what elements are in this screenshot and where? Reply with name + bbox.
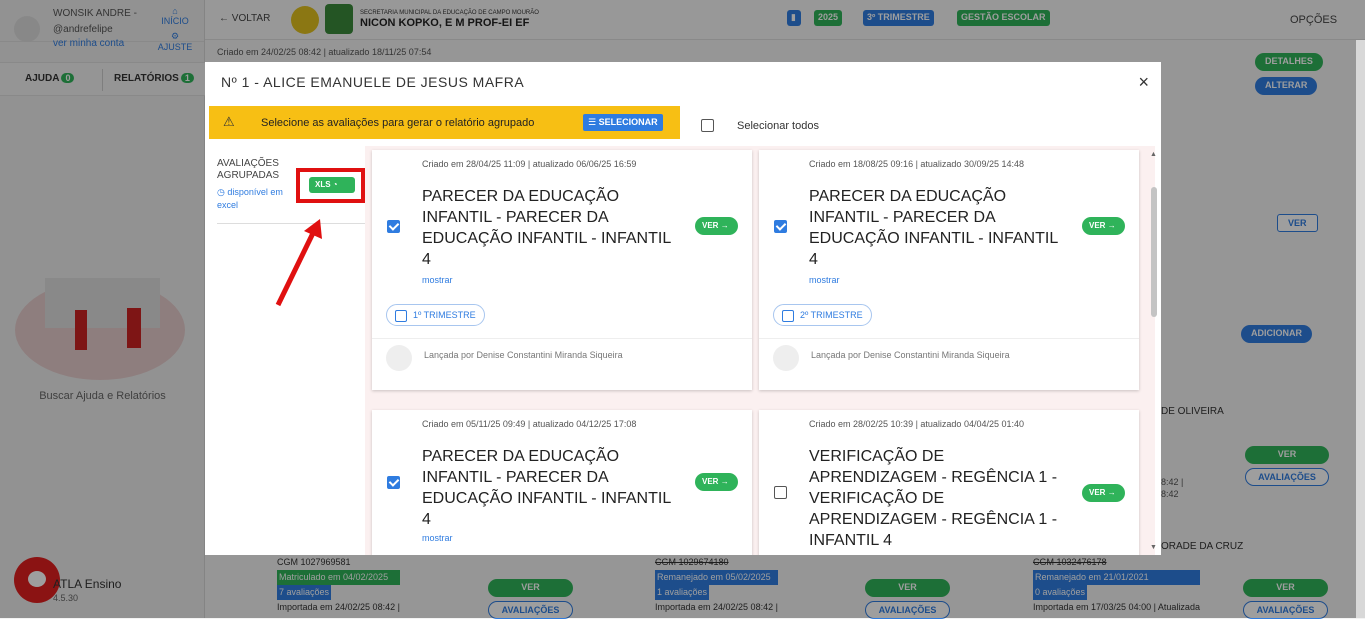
- ver-label: VER: [702, 477, 719, 486]
- grouped-sidebar: AVALIAÇÕES AGRUPADAS ◷ disponível em exc…: [205, 146, 365, 555]
- evaluation-checkbox[interactable]: [774, 220, 787, 233]
- ver-label: VER: [1089, 221, 1106, 230]
- view-evaluation-button[interactable]: VER →: [1082, 484, 1125, 502]
- view-evaluation-button[interactable]: VER →: [695, 473, 738, 491]
- warning-icon: ⚠: [223, 114, 235, 129]
- view-evaluation-button[interactable]: VER →: [1082, 217, 1125, 235]
- author-avatar: [386, 345, 412, 371]
- evaluation-meta: Criado em 28/02/25 10:39 | atualizado 04…: [809, 419, 1024, 429]
- author-avatar: [773, 345, 799, 371]
- card-divider: [372, 338, 752, 339]
- evaluation-title: PARECER DA EDUCAÇÃO INFANTIL - PARECER D…: [422, 188, 671, 268]
- modal-scrollbar[interactable]: ▲ ▼: [1149, 151, 1159, 555]
- evaluation-card: Criado em 28/04/25 11:09 | atualizado 06…: [372, 150, 752, 390]
- evaluation-cards-area: Criado em 28/04/25 11:09 | atualizado 06…: [365, 146, 1155, 555]
- warning-text: Selecione as avaliações para gerar o rel…: [261, 117, 535, 129]
- arrow-right-icon: →: [1107, 488, 1116, 497]
- show-more-link[interactable]: mostrar: [422, 533, 453, 543]
- author-text: Lançada por Denise Constantini Miranda S…: [424, 350, 623, 360]
- modal-title: Nº 1 - ALICE EMANUELE DE JESUS MAFRA: [221, 74, 525, 90]
- info-icon: ◷: [217, 187, 228, 197]
- evaluation-card: Criado em 28/02/25 10:39 | atualizado 04…: [759, 410, 1139, 555]
- select-button[interactable]: ☰ SELECIONAR: [583, 114, 663, 131]
- page-scrollbar[interactable]: [1356, 40, 1365, 618]
- list-icon: ☰: [588, 117, 599, 127]
- xls-export-button[interactable]: XLS ◔: [309, 177, 355, 193]
- view-evaluation-button[interactable]: VER →: [695, 217, 738, 235]
- evaluation-title: PARECER DA EDUCAÇÃO INFANTIL - PARECER D…: [422, 448, 671, 528]
- ver-label: VER: [702, 221, 719, 230]
- evaluations-modal: Nº 1 - ALICE EMANUELE DE JESUS MAFRA × ⚠…: [205, 62, 1161, 555]
- show-more-link[interactable]: mostrar: [422, 275, 453, 285]
- ver-label: VER: [1089, 488, 1106, 497]
- arrow-right-icon: →: [720, 477, 729, 486]
- term-chip: 1º TRIMESTRE: [386, 304, 485, 326]
- evaluation-meta: Criado em 05/11/25 09:49 | atualizado 04…: [422, 419, 637, 429]
- scroll-up-icon[interactable]: ▲: [1150, 151, 1157, 158]
- grouped-title: AVALIAÇÕES AGRUPADAS: [217, 158, 280, 181]
- grouped-subtitle: ◷ disponível em excel: [217, 186, 302, 212]
- scrollbar-thumb[interactable]: [1151, 187, 1157, 317]
- evaluation-meta: Criado em 28/04/25 11:09 | atualizado 06…: [422, 159, 637, 169]
- grouped-subtitle-text: disponível em excel: [217, 187, 283, 210]
- term-chip: 2º TRIMESTRE: [773, 304, 872, 326]
- evaluation-checkbox[interactable]: [774, 486, 787, 499]
- warning-banner: ⚠ Selecione as avaliações para gerar o r…: [209, 106, 680, 139]
- xls-label: XLS: [315, 180, 331, 189]
- evaluation-title: PARECER DA EDUCAÇÃO INFANTIL - PARECER D…: [809, 188, 1058, 268]
- card-divider: [759, 338, 1139, 339]
- evaluation-card: Criado em 18/08/25 09:16 | atualizado 30…: [759, 150, 1139, 390]
- show-more-link[interactable]: mostrar: [809, 275, 840, 285]
- close-icon[interactable]: ×: [1138, 72, 1149, 93]
- evaluation-checkbox[interactable]: [387, 476, 400, 489]
- arrow-right-icon: →: [720, 221, 729, 230]
- select-all-label[interactable]: Selecionar todos: [737, 120, 819, 132]
- evaluation-title: VERIFICAÇÃO DE APRENDIZAGEM - REGÊNCIA 1…: [809, 448, 1058, 549]
- author-text: Lançada por Denise Constantini Miranda S…: [811, 350, 1010, 360]
- select-button-label: SELECIONAR: [598, 117, 658, 127]
- scroll-down-icon[interactable]: ▼: [1150, 544, 1157, 551]
- evaluation-meta: Criado em 18/08/25 09:16 | atualizado 30…: [809, 159, 1024, 169]
- annotation-arrow: [275, 219, 322, 307]
- evaluation-card: Criado em 05/11/25 09:49 | atualizado 04…: [372, 410, 752, 555]
- select-all-checkbox[interactable]: [701, 119, 714, 132]
- clock-icon: ◔: [332, 180, 338, 189]
- evaluation-checkbox[interactable]: [387, 220, 400, 233]
- arrow-right-icon: →: [1107, 221, 1116, 230]
